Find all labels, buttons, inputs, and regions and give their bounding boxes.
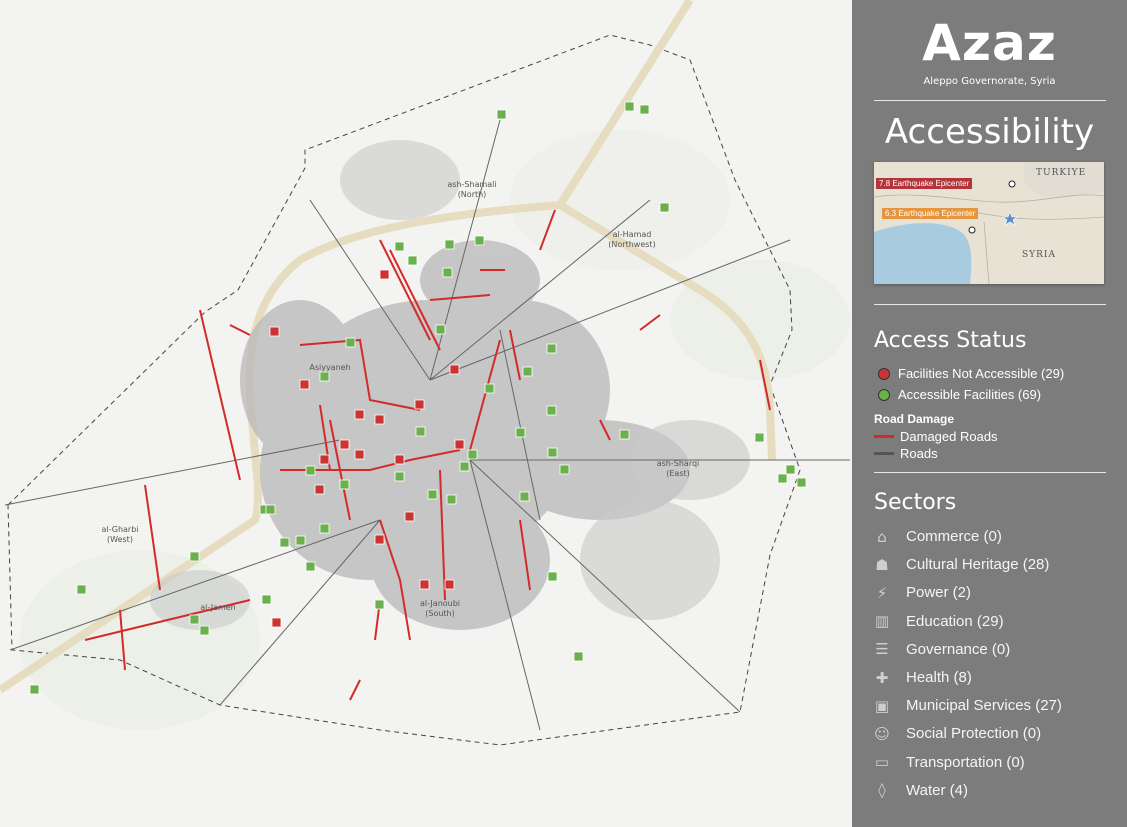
label-northwest-1: al-Hamad — [613, 230, 652, 239]
sector-label: Governance (0) — [906, 640, 1011, 658]
access-status-title: Access Status — [874, 328, 1027, 353]
sector-label: Water (4) — [906, 781, 968, 799]
sector-item: ◊ Water (4) — [874, 781, 968, 800]
page-title: Azaz — [922, 14, 1057, 72]
sector-label: Cultural Heritage (28) — [906, 556, 1050, 574]
side-panel: Azaz Aleppo Governorate, Syria Accessibi… — [852, 0, 1127, 827]
divider — [874, 304, 1106, 305]
label-jameh: al-Jameh — [200, 603, 236, 612]
social-protection-icon: ☺ — [874, 724, 890, 743]
sector-label: Social Protection (0) — [906, 725, 1042, 743]
sector-label: Education (29) — [906, 612, 1004, 630]
sector-label: Power (2) — [906, 584, 972, 602]
gray-line-icon — [874, 452, 894, 455]
page-subtitle: Aleppo Governorate, Syria — [923, 76, 1056, 87]
sector-label: Health (8) — [906, 669, 972, 686]
sector-item: ▥ Education (29) — [874, 612, 1004, 631]
green-dot-icon — [878, 388, 890, 401]
label-south-2: (South) — [425, 609, 455, 618]
label-asiyyaneh: Asiyyaneh — [309, 363, 350, 372]
country-turkiye: TURKIYE — [1036, 168, 1087, 178]
sector-label: Transportation (0) — [906, 753, 1025, 771]
theme-title: Accessibility — [884, 112, 1095, 152]
legend-roads: Roads — [874, 446, 938, 461]
epicenter-78-label: 7.8 Earthquake Epicenter — [876, 178, 973, 189]
cultural-heritage-icon: ☗ — [875, 555, 889, 574]
water-icon: ◊ — [878, 781, 886, 800]
legend-damaged-roads: Damaged Roads — [874, 429, 998, 444]
label-northwest-2: (Northwest) — [608, 240, 655, 249]
epicenter-78-marker — [1008, 180, 1016, 188]
sector-label: Commerce (0) — [906, 528, 1002, 545]
epicenter-63-label: 6.3 Earthquake Epicenter — [882, 208, 979, 219]
sector-item: ⚡ Power (2) — [874, 583, 972, 602]
map-svg: ash-Shamali (North) al-Hamad (Northwest)… — [0, 0, 852, 827]
sector-item: ☺ Social Protection (0) — [874, 724, 1042, 743]
sectors-title: Sectors — [874, 490, 957, 515]
label-north-1: ash-Shamali — [447, 180, 496, 189]
health-icon: ✚ — [875, 668, 889, 687]
education-icon: ▥ — [874, 612, 890, 631]
sector-item: ▣ Municipal Services (27) — [874, 696, 1062, 715]
sector-item: ✚ Health (8) — [874, 668, 972, 687]
label-east-2: (East) — [666, 469, 690, 478]
label-east-1: ash-Sharqi — [657, 459, 700, 468]
legend-not-accessible: Facilities Not Accessible (29) — [878, 366, 1064, 381]
sector-item: ⌂ Commerce (0) — [874, 527, 1002, 546]
country-syria: SYRIA — [1022, 250, 1056, 260]
sector-label: Municipal Services (27) — [906, 697, 1062, 715]
divider — [874, 472, 1106, 473]
label-west-2: (West) — [107, 535, 133, 544]
legend-accessible: Accessible Facilities (69) — [878, 387, 1041, 402]
label-west-1: al-Gharbi — [101, 525, 138, 534]
transportation-icon: ▭ — [874, 753, 890, 772]
map-canvas[interactable]: ash-Shamali (North) al-Hamad (Northwest)… — [0, 0, 852, 827]
label-south-1: al-Janoubi — [420, 599, 460, 608]
sector-item: ☰ Governance (0) — [874, 640, 1011, 659]
commerce-icon: ⌂ — [877, 527, 887, 546]
red-dot-icon — [878, 367, 890, 380]
power-icon: ⚡ — [876, 583, 888, 602]
label-north-2: (North) — [458, 190, 487, 199]
sector-item: ☗ Cultural Heritage (28) — [874, 555, 1050, 574]
inset-map[interactable]: 7.8 Earthquake Epicenter 6.3 Earthquake … — [874, 162, 1104, 284]
sector-item: ▭ Transportation (0) — [874, 753, 1025, 772]
divider — [874, 100, 1106, 101]
road-damage-title: Road Damage — [874, 412, 955, 426]
municipal-services-icon: ▣ — [874, 696, 890, 715]
red-line-icon — [874, 435, 894, 438]
epicenter-63-marker — [968, 226, 976, 234]
governance-icon: ☰ — [875, 640, 889, 659]
